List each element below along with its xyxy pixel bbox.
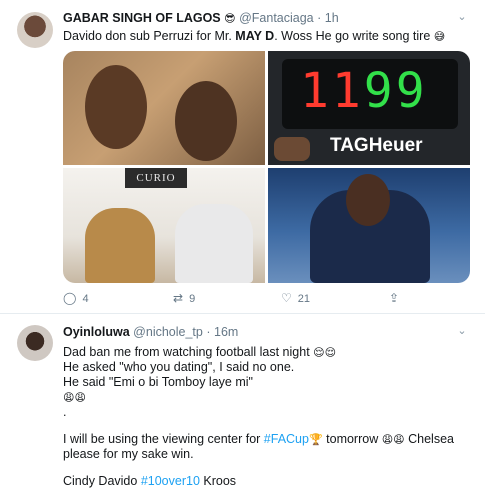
scoreboard-red-number: 11 xyxy=(300,63,364,119)
chevron-down-icon[interactable]: ⌄ xyxy=(455,324,469,337)
tweet-text: Dad ban me from watching football last n… xyxy=(63,345,463,489)
text-line: . xyxy=(63,405,67,419)
text-segment: Kroos xyxy=(199,474,237,488)
text-segment: Chelsea xyxy=(404,432,454,446)
hashtag-link[interactable]: #10over10 xyxy=(141,474,200,488)
like-button[interactable]: ♡ 21 xyxy=(281,291,310,305)
retweet-icon: ⇄ xyxy=(173,291,184,305)
text-line: He asked "who you dating", I said no one… xyxy=(63,360,295,374)
share-icon: ⇪ xyxy=(389,291,400,305)
tweet-header: Oyinloluwa @nichole_tp · 16m xyxy=(63,325,238,339)
media-grid[interactable]: 1199 TAGHeuer CURIO xyxy=(63,51,470,283)
timestamp[interactable]: 1h xyxy=(325,11,339,25)
text-segment: Cindy Davido xyxy=(63,474,141,488)
separator-dot: · xyxy=(317,11,322,25)
timestamp[interactable]: 16m xyxy=(214,325,238,339)
person-face xyxy=(175,81,237,161)
wall-sign: CURIO xyxy=(125,168,187,188)
weary-emoji: 😩😩 xyxy=(63,391,86,404)
retweet-button[interactable]: ⇄ 9 xyxy=(173,291,195,305)
text-line: please for my sake win. xyxy=(63,447,194,461)
media-photo-studio[interactable]: CURIO xyxy=(63,168,265,283)
weary-emoji: 😩😩 xyxy=(381,433,405,446)
avatar[interactable] xyxy=(17,325,53,361)
tweet-header: GABAR SINGH OF LAGOS 😎 @Fantaciaga · 1h xyxy=(63,11,339,25)
heart-icon: ♡ xyxy=(281,291,292,305)
trophy-emoji: 🏆 xyxy=(308,433,323,446)
tweet-card[interactable]: Oyinloluwa @nichole_tp · 16m ⌄ Dad ban m… xyxy=(0,314,485,488)
media-photo-portraits[interactable] xyxy=(63,51,265,165)
text-segment: I will be using the viewing center for xyxy=(63,432,264,446)
hand-shape xyxy=(274,137,310,161)
person-figure xyxy=(85,208,155,283)
media-photo-substitution-board[interactable]: 1199 TAGHeuer xyxy=(268,51,470,165)
author-handle[interactable]: @nichole_tp xyxy=(133,325,203,339)
relieved-emoji: 😌😌 xyxy=(313,346,337,359)
reply-button[interactable]: ◯ 4 xyxy=(63,291,89,305)
reply-count: 4 xyxy=(82,293,89,305)
person-figure xyxy=(175,204,253,283)
sunglasses-emoji: 😎 xyxy=(224,12,236,25)
text-bold: MAY D xyxy=(235,29,275,43)
text-segment: Davido don sub Perruzi for Mr. xyxy=(63,29,236,43)
author-name[interactable]: GABAR SINGH OF LAGOS xyxy=(63,11,221,25)
text-line: Dad ban me from watching football last n… xyxy=(63,345,314,359)
scoreboard-digits: 1199 xyxy=(300,61,450,121)
separator-dot: · xyxy=(206,325,211,339)
media-photo-player[interactable] xyxy=(268,168,470,283)
like-count: 21 xyxy=(297,293,311,305)
retweet-count: 9 xyxy=(189,293,196,305)
text-segment: . Woss He go write song tire xyxy=(274,29,434,43)
text-line: He said "Emi o bi Tomboy laye mi" xyxy=(63,375,253,389)
avatar[interactable] xyxy=(17,12,53,48)
tweet-card[interactable]: GABAR SINGH OF LAGOS 😎 @Fantaciaga · 1h … xyxy=(0,0,485,314)
brand-logo-text: TAGHeuer xyxy=(330,135,423,156)
sweat-smile-emoji: 😅 xyxy=(433,30,446,43)
author-handle[interactable]: @Fantaciaga xyxy=(239,11,314,25)
player-head xyxy=(346,174,390,226)
hashtag-link[interactable]: #FACup xyxy=(264,432,309,446)
scoreboard-green-number: 99 xyxy=(363,63,428,119)
chevron-down-icon[interactable]: ⌄ xyxy=(455,10,469,23)
person-face xyxy=(85,65,147,149)
author-name[interactable]: Oyinloluwa xyxy=(63,325,130,339)
text-segment: tomorrow xyxy=(322,432,382,446)
tweet-text: Davido don sub Perruzi for Mr. MAY D. Wo… xyxy=(63,29,463,44)
tweet-actions: ◯ 4 ⇄ 9 ♡ 21 ⇪ xyxy=(63,291,423,305)
reply-icon: ◯ xyxy=(63,291,77,305)
share-button[interactable]: ⇪ xyxy=(389,291,405,305)
